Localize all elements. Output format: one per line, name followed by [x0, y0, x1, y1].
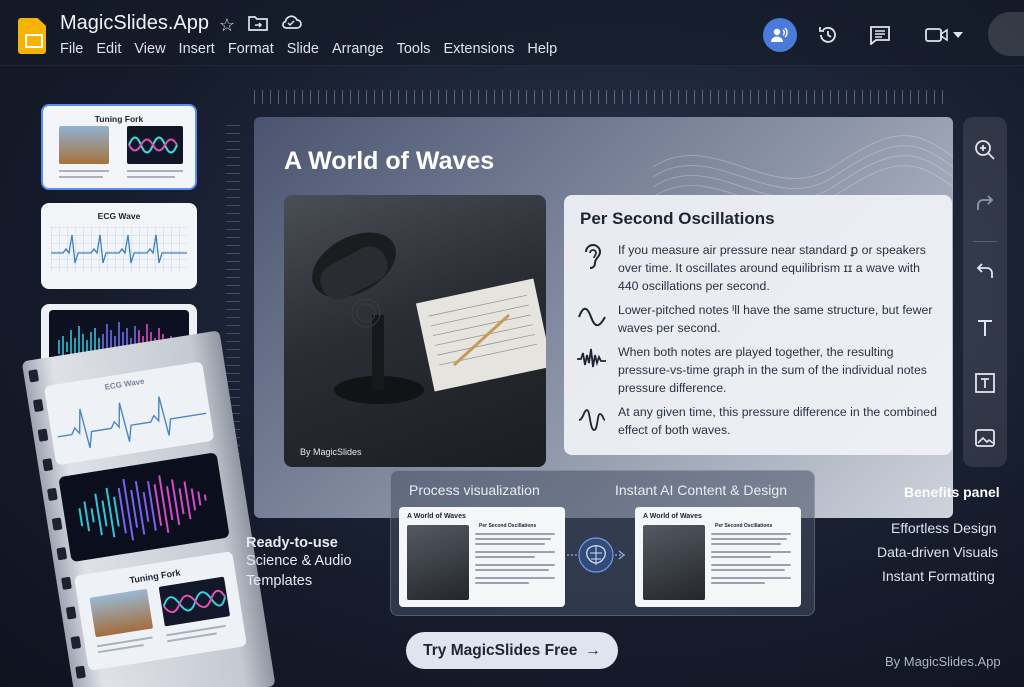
menu-bar: File Edit View Insert Format Slide Arran…: [60, 41, 557, 57]
credit-text: By MagicSlides.App: [885, 654, 1001, 669]
thumbnail-text-line: [127, 176, 175, 178]
benefit-item: Instant Formatting: [882, 568, 995, 584]
oscillations-panel[interactable]: Per Second Oscillations If you measure a…: [564, 195, 952, 455]
slide-thumbnail-1[interactable]: Tuning Fork: [41, 104, 197, 190]
menu-format[interactable]: Format: [228, 41, 274, 57]
photo-caption: By MagicSlides: [300, 447, 362, 457]
process-label: Process visualization: [409, 482, 540, 498]
info-point: When both notes are played together, the…: [576, 343, 942, 397]
history-icon[interactable]: [811, 18, 845, 52]
text-icon[interactable]: [972, 315, 998, 341]
folder-move-icon[interactable]: [248, 14, 270, 36]
thumbnail-text-line: [59, 176, 103, 178]
text-box-icon[interactable]: [972, 370, 998, 396]
wave-image: [158, 576, 231, 627]
mini-panel-title: Per Second Oscillations: [479, 523, 537, 529]
benefit-item: Effortless Design: [891, 520, 997, 536]
benefit-item: Data-driven Visuals: [877, 544, 999, 560]
menu-arrange[interactable]: Arrange: [332, 41, 384, 57]
info-point-text: Lower-pitched notes ᴵll have the same st…: [618, 303, 933, 335]
info-point: At any given time, this pressure differe…: [576, 403, 942, 439]
info-point-text: If you measure air pressure near standar…: [618, 243, 926, 293]
benefits-panel-title: Benefits panel: [904, 484, 1000, 500]
document-title[interactable]: MagicSlides.App: [60, 12, 209, 35]
slides-logo-icon[interactable]: [18, 18, 46, 54]
image-icon[interactable]: [972, 425, 998, 451]
info-point-text: At any given time, this pressure differe…: [618, 405, 937, 437]
templates-heading: Ready-to-use: [246, 535, 338, 551]
mini-slide-title: A World of Waves: [643, 513, 702, 520]
tuning-fork-image: [59, 126, 109, 164]
process-visualization-card: Process visualization Instant AI Content…: [390, 470, 815, 616]
panel-title: Per Second Oscillations: [580, 209, 775, 228]
menu-insert[interactable]: Insert: [179, 41, 215, 57]
info-point: If you measure air pressure near standar…: [576, 241, 942, 295]
ai-content-label: Instant AI Content & Design: [615, 482, 787, 498]
info-point: Lower-pitched notes ᴵll have the same st…: [576, 301, 942, 337]
tuning-fork-image: [89, 588, 154, 638]
menu-extensions[interactable]: Extensions: [443, 41, 514, 57]
menu-view[interactable]: View: [134, 41, 165, 57]
before-slide-preview[interactable]: A World of Waves Per Second Oscillations: [399, 507, 565, 607]
tool-rail: [963, 117, 1007, 467]
account-avatar[interactable]: [988, 12, 1024, 56]
cta-label: Try MagicSlides Free: [423, 641, 578, 659]
filmstrip-decoration: ECG Wave Tuning Fork: [0, 327, 295, 687]
slide-title[interactable]: A World of Waves: [284, 147, 494, 176]
mini-photo: [643, 525, 705, 600]
ear-icon: [576, 241, 608, 273]
templates-label: Templates: [246, 573, 313, 589]
thumbnail-text-line: [59, 170, 109, 172]
arrow-right-icon: →: [585, 641, 601, 659]
menu-file[interactable]: File: [60, 41, 83, 57]
single-wave-icon: [576, 403, 608, 435]
ecg-grid: [51, 227, 187, 271]
thumbnail-title: ECG Wave: [97, 211, 141, 221]
wave-image: [127, 126, 183, 164]
menu-tools[interactable]: Tools: [397, 41, 431, 57]
zoom-in-icon[interactable]: [972, 137, 998, 163]
horizontal-ruler[interactable]: [254, 90, 950, 104]
menu-help[interactable]: Help: [527, 41, 557, 57]
redo-icon[interactable]: [972, 191, 998, 217]
chevron-down-icon[interactable]: [948, 18, 968, 52]
comment-icon[interactable]: [863, 18, 897, 52]
combined-wave-icon: [576, 343, 608, 375]
mini-slide-title: A World of Waves: [407, 513, 466, 520]
microphone-photo[interactable]: By MagicSlides: [284, 195, 546, 467]
star-icon[interactable]: ☆: [216, 14, 238, 36]
mini-panel-title: Per Second Oscillations: [715, 523, 773, 529]
slide-thumbnail-2[interactable]: ECG Wave: [41, 203, 197, 289]
rail-divider: [973, 241, 997, 242]
slide-canvas[interactable]: A World of Waves By MagicSlides Per Seco…: [254, 117, 953, 518]
sine-wave-icon: [576, 301, 608, 333]
menu-edit[interactable]: Edit: [96, 41, 121, 57]
after-slide-preview[interactable]: A World of Waves Per Second Oscillations: [635, 507, 801, 607]
cloud-icon[interactable]: [280, 14, 302, 36]
undo-icon[interactable]: [972, 259, 998, 285]
menu-slide[interactable]: Slide: [287, 41, 319, 57]
thumbnail-title: Tuning Fork: [94, 114, 144, 124]
info-point-text: When both notes are played together, the…: [618, 345, 927, 395]
mini-photo: [407, 525, 469, 600]
thumbnail-text-line: [127, 170, 183, 172]
templates-subheading: Science & Audio: [246, 553, 352, 569]
top-bar: MagicSlides.App ☆ File Edit View Insert …: [0, 0, 1024, 66]
try-free-button[interactable]: Try MagicSlides Free →: [406, 632, 618, 669]
share-people-icon[interactable]: [763, 18, 797, 52]
ai-brain-icon: [567, 537, 625, 573]
